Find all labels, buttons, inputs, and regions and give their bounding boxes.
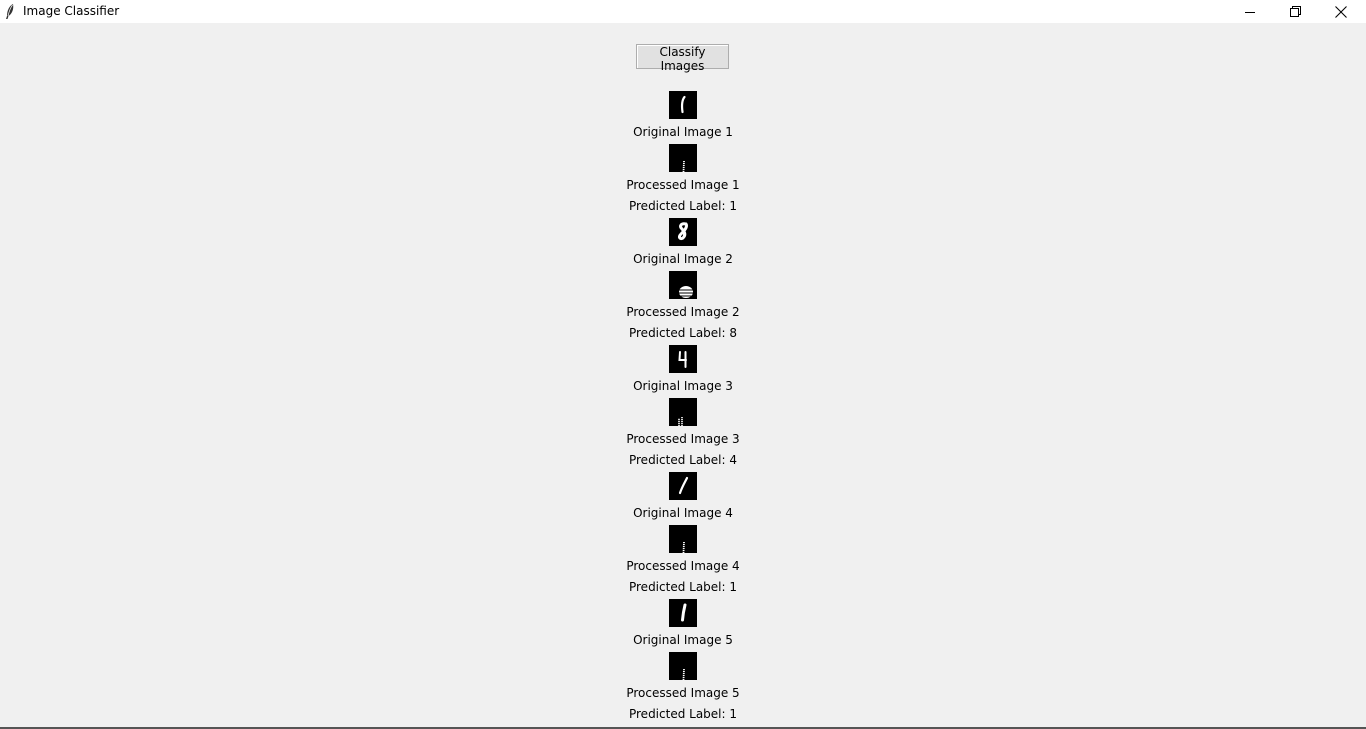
processed-image-label: Processed Image 1 bbox=[626, 178, 740, 192]
original-image-label: Original Image 2 bbox=[633, 252, 733, 266]
original-image-1 bbox=[669, 91, 697, 119]
processed-image-3 bbox=[669, 398, 697, 426]
original-image-label: Original Image 3 bbox=[633, 379, 733, 393]
predicted-label: Predicted Label: 4 bbox=[628, 453, 737, 467]
processed-image-1 bbox=[669, 144, 697, 172]
predicted-label: Predicted Label: 1 bbox=[628, 580, 737, 594]
original-image-3 bbox=[669, 345, 697, 373]
processed-image-2 bbox=[669, 271, 697, 299]
original-image-label: Original Image 4 bbox=[633, 506, 733, 520]
predicted-label: Predicted Label: 8 bbox=[628, 326, 737, 340]
predicted-label: Predicted Label: 1 bbox=[628, 199, 737, 213]
results-list: Original Image 1 Processed Image 1 Predict… bbox=[0, 0, 1366, 729]
processed-image-4 bbox=[669, 525, 697, 553]
processed-image-5 bbox=[669, 652, 697, 680]
original-image-4 bbox=[669, 472, 697, 500]
processed-image-label: Processed Image 2 bbox=[626, 305, 740, 319]
processed-image-label: Processed Image 3 bbox=[626, 432, 740, 446]
original-image-label: Original Image 1 bbox=[633, 125, 733, 139]
original-image-label: Original Image 5 bbox=[633, 633, 733, 647]
original-image-2 bbox=[669, 218, 697, 246]
processed-image-label: Processed Image 5 bbox=[626, 686, 740, 700]
original-image-5 bbox=[669, 599, 697, 627]
predicted-label: Predicted Label: 1 bbox=[628, 707, 737, 721]
processed-image-label: Processed Image 4 bbox=[626, 559, 740, 573]
